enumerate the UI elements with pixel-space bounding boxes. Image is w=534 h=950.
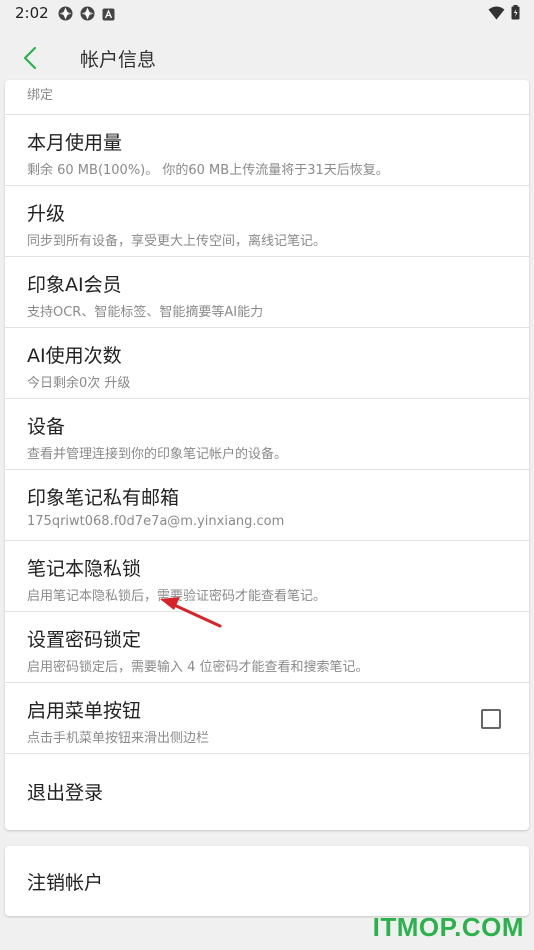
font-icon — [102, 6, 117, 21]
list-item-passcode-lock[interactable]: 设置密码锁定 启用密码锁定后，需要输入 4 位密码才能查看和搜索笔记。 — [5, 611, 529, 682]
list-item-subtitle: 剩余 60 MB(100%)。 你的60 MB上传流量将于31天后恢复。 — [27, 163, 389, 178]
status-bar: 2:02 — [0, 0, 534, 28]
list-item-subtitle: 启用密码锁定后，需要输入 4 位密码才能查看和搜索笔记。 — [27, 660, 369, 675]
list-item-ai-membership[interactable]: 印象AI会员 支持OCR、智能标签、智能摘要等AI能力 — [5, 256, 529, 327]
menu-button-checkbox[interactable] — [481, 709, 501, 729]
list-item-ai-usage-count[interactable]: AI使用次数 今日剩余0次 升级 — [5, 327, 529, 398]
list-item-title: 启用菜单按钮 — [27, 700, 142, 722]
battery-icon — [511, 5, 520, 24]
list-item-title: 升级 — [27, 203, 66, 225]
cancel-account-label: 注销帐户 — [27, 872, 104, 894]
list-item-subtitle: 点击手机菜单按钮来滑出侧边栏 — [27, 731, 210, 746]
list-item-upgrade[interactable]: 升级 同步到所有设备，享受更大上传空间，离线记笔记。 — [5, 185, 529, 256]
list-item-subtitle: 支持OCR、智能标签、智能摘要等AI能力 — [27, 305, 264, 320]
list-item-title: 设置密码锁定 — [27, 629, 142, 651]
list-item-logout[interactable]: 退出登录 — [5, 753, 529, 830]
watermark-logo: ITMOP.COM — [372, 912, 524, 942]
status-system-icons — [488, 5, 520, 24]
list-item-notebook-privacy-lock[interactable]: 笔记本隐私锁 启用笔记本隐私锁后，需要验证密码才能查看笔记。 — [5, 540, 529, 611]
annotation-arrow-icon — [160, 597, 222, 628]
chevron-left-icon — [23, 46, 37, 70]
status-notification-icons — [58, 6, 117, 21]
list-item-subtitle: 175qriwt068.f0d7e7a@m.yinxiang.com — [27, 514, 285, 529]
list-item-menu-button[interactable]: 启用菜单按钮 点击手机菜单按钮来滑出侧边栏 — [5, 682, 529, 753]
list-item-private-email[interactable]: 印象笔记私有邮箱 175qriwt068.f0d7e7a@m.yinxiang.… — [5, 469, 529, 540]
wifi-icon — [488, 5, 505, 24]
back-button[interactable] — [14, 41, 48, 75]
list-item-binding[interactable]: 绑定 — [5, 80, 529, 114]
list-item-subtitle: 同步到所有设备，享受更大上传空间，离线记笔记。 — [27, 234, 327, 249]
list-item-subtitle: 今日剩余0次 升级 — [27, 376, 131, 391]
list-item-devices[interactable]: 设备 查看并管理连接到你的印象笔记帐户的设备。 — [5, 398, 529, 469]
list-item-subtitle: 查看并管理连接到你的印象笔记帐户的设备。 — [27, 447, 288, 462]
app-notification-icon — [58, 6, 73, 21]
page-title: 帐户信息 — [80, 49, 157, 71]
list-item-title: 设备 — [27, 416, 66, 438]
list-item-title: AI使用次数 — [27, 345, 122, 367]
status-time: 2:02 — [15, 4, 49, 22]
list-item-subtitle: 绑定 — [27, 88, 54, 103]
list-item-title: 印象AI会员 — [27, 274, 122, 296]
app-notification-icon — [80, 6, 95, 21]
list-item-title: 笔记本隐私锁 — [27, 558, 142, 580]
app-bar: 帐户信息 — [0, 28, 534, 88]
cancel-account-button[interactable]: 注销帐户 — [5, 846, 529, 916]
logout-label: 退出登录 — [27, 782, 104, 804]
list-item-title: 印象笔记私有邮箱 — [27, 487, 180, 509]
account-settings-list: 绑定 本月使用量 剩余 60 MB(100%)。 你的60 MB上传流量将于31… — [5, 80, 529, 830]
list-item-title: 本月使用量 — [27, 132, 123, 154]
list-item-monthly-usage[interactable]: 本月使用量 剩余 60 MB(100%)。 你的60 MB上传流量将于31天后恢… — [5, 114, 529, 185]
